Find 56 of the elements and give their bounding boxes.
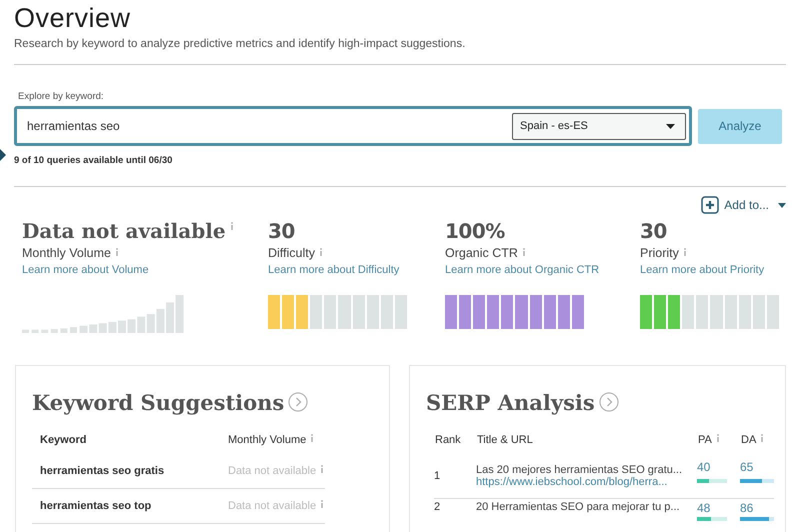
field-label: Explore by keyword: bbox=[18, 91, 105, 104]
query-quota-text: 9 of 10 queries available until 06/30 bbox=[14, 155, 174, 166]
metric-value: 30 bbox=[268, 218, 295, 244]
learn-more-link[interactable]: Learn more about Organic CTR bbox=[445, 264, 640, 276]
metric-value: 100% bbox=[445, 218, 505, 244]
plus-icon bbox=[701, 196, 720, 214]
info-icon[interactable] bbox=[682, 248, 687, 256]
info-icon[interactable] bbox=[522, 248, 526, 256]
locale-dropdown[interactable]: Spain - es-ES bbox=[512, 112, 686, 140]
keyword-search-field[interactable]: herramientas seo Spain - es-ES bbox=[14, 106, 692, 146]
authority-score: 48 bbox=[697, 501, 712, 515]
authority-score: 86 bbox=[740, 501, 754, 515]
column-header: PA bbox=[698, 434, 712, 446]
card-title: Keyword Suggestions bbox=[32, 390, 284, 414]
column-header: Keyword bbox=[40, 434, 86, 446]
metric-value: 30 bbox=[640, 218, 667, 244]
authority-score: 65 bbox=[740, 460, 754, 474]
keyword-text: herramientas seo gratis bbox=[40, 465, 164, 477]
learn-more-link[interactable]: Learn more about Priority bbox=[640, 264, 786, 276]
rank-text: 2 bbox=[434, 501, 440, 513]
learn-more-link[interactable]: Learn more about Volume bbox=[22, 264, 268, 276]
volume-text: Data not available bbox=[228, 500, 316, 512]
chevron-circle-icon[interactable] bbox=[288, 392, 308, 412]
info-icon[interactable] bbox=[320, 500, 324, 508]
caret-icon bbox=[666, 124, 675, 128]
info-icon[interactable] bbox=[760, 434, 764, 442]
info-icon[interactable] bbox=[310, 434, 314, 442]
result-title: 20 Herramientas SEO para mejorar tu p... bbox=[476, 501, 681, 513]
metric-label: Priority bbox=[640, 246, 679, 260]
page-title: Overview bbox=[14, 2, 132, 35]
card-title: SERP Analysis bbox=[426, 390, 595, 414]
info-icon[interactable] bbox=[320, 465, 324, 473]
rank-text: 1 bbox=[434, 470, 440, 482]
chevron-circle-icon[interactable] bbox=[598, 392, 619, 412]
column-header: DA bbox=[741, 434, 756, 446]
info-icon[interactable] bbox=[230, 222, 234, 230]
page-subtitle: Research by keyword to analyze predictive metrics and identify high-impact suggestions. bbox=[14, 38, 466, 50]
metric-label: Organic CTR bbox=[445, 246, 518, 260]
pointer-icon bbox=[0, 149, 6, 161]
caret-icon bbox=[778, 202, 786, 208]
info-icon[interactable] bbox=[114, 248, 119, 256]
info-icon[interactable] bbox=[716, 434, 720, 442]
authority-score: 40 bbox=[697, 460, 712, 474]
column-header: Title & URL bbox=[477, 434, 533, 446]
metric-label: Monthly Volume bbox=[22, 246, 111, 260]
learn-more-link[interactable]: Learn more about Difficulty bbox=[268, 264, 445, 276]
metric-value: Data not available bbox=[22, 218, 226, 244]
metric-label: Difficulty bbox=[268, 246, 316, 260]
result-url-link[interactable]: https://www.iebschool.com/blog/herra... bbox=[476, 476, 697, 488]
keyword-text: herramientas seo top bbox=[40, 500, 152, 512]
result-title: Las 20 mejores herramientas SEO gratu... bbox=[476, 464, 684, 476]
volume-text: Data not available bbox=[228, 465, 316, 477]
info-icon[interactable] bbox=[319, 248, 324, 256]
add-to-button[interactable]: Add to... bbox=[701, 196, 786, 214]
column-header: Rank bbox=[435, 434, 461, 446]
column-header: Monthly Volume bbox=[228, 434, 306, 446]
